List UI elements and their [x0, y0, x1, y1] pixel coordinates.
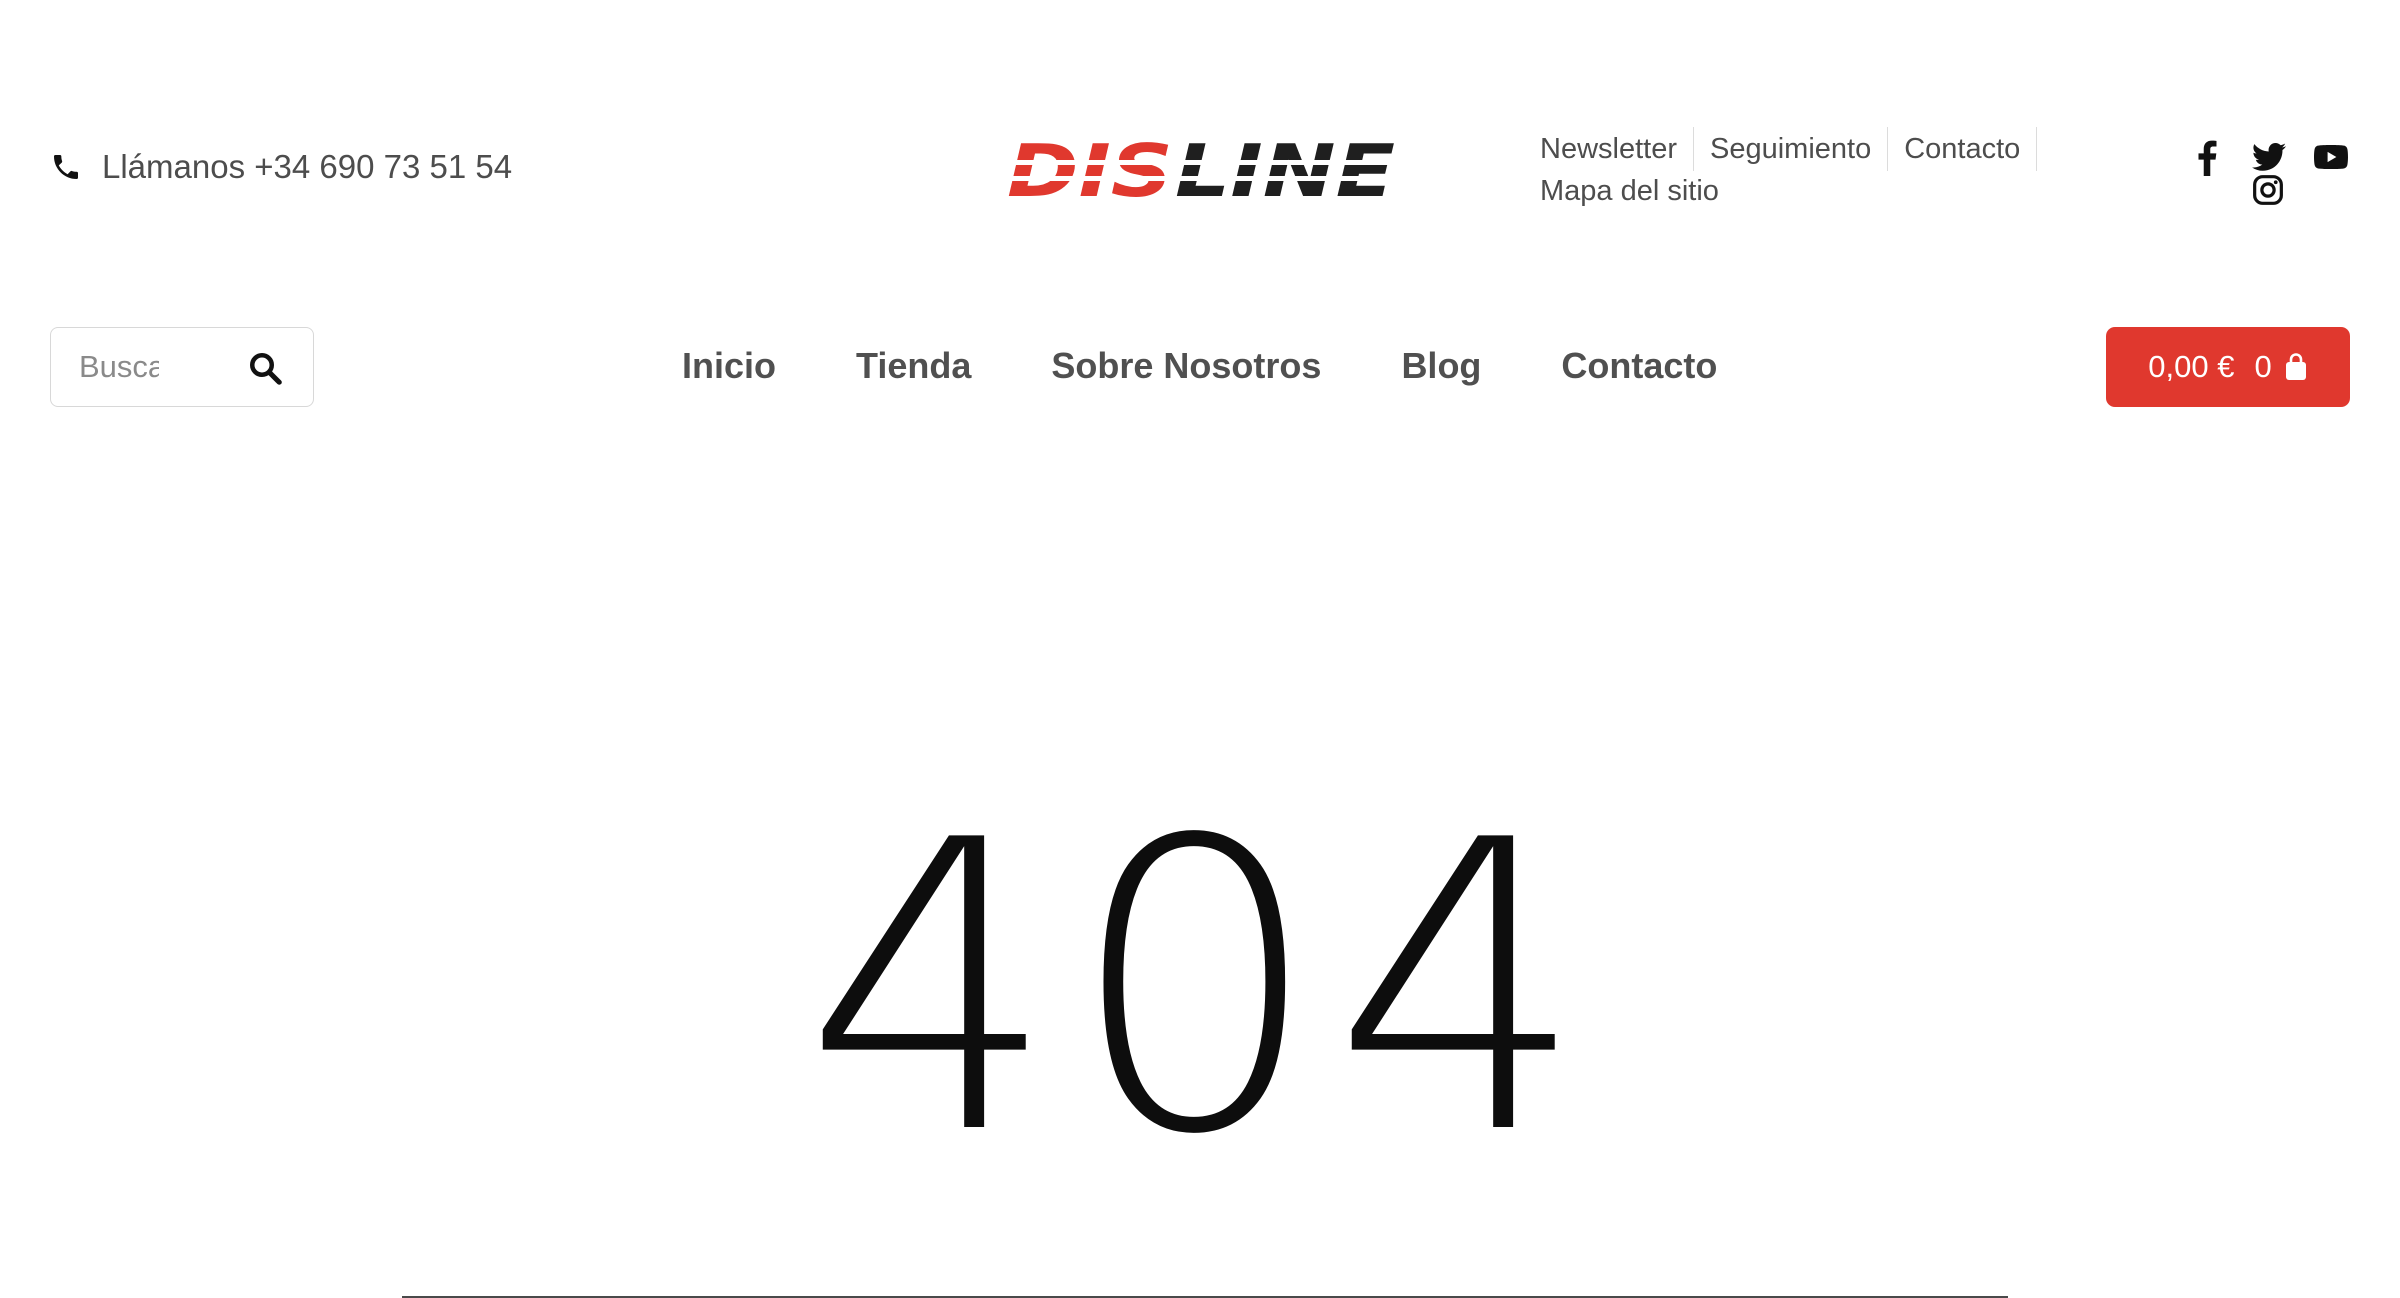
- disline-logo[interactable]: DIS LINE: [1005, 138, 1397, 202]
- cart-total: 0,00 €: [2148, 349, 2235, 384]
- error-code: 404: [803, 757, 1597, 1222]
- shopping-bag-icon: [2285, 353, 2306, 380]
- nav-item-contacto[interactable]: Contacto: [1561, 345, 1717, 387]
- search-box: [50, 327, 314, 407]
- top-link-contacto[interactable]: Contacto: [1904, 133, 2020, 166]
- top-links: Newsletter Seguimiento Contacto Mapa del…: [1540, 127, 2060, 212]
- nav-item-sobre-nosotros[interactable]: Sobre Nosotros: [1051, 345, 1321, 387]
- logo-red-part: DIS: [1007, 138, 1173, 202]
- phone-icon: [54, 155, 78, 179]
- top-link-seguimiento[interactable]: Seguimiento: [1710, 133, 1871, 166]
- phone-contact[interactable]: Llámanos +34 690 73 51 54: [50, 148, 512, 186]
- phone-text: Llámanos +34 690 73 51 54: [102, 148, 513, 185]
- page: Llámanos +34 690 73 51 54 DIS LINE Newsl…: [0, 0, 2400, 1298]
- logo-stripe: [1005, 160, 1397, 165]
- cart-button[interactable]: 0,00 € 0: [2106, 327, 2350, 407]
- youtube-icon[interactable]: [2314, 144, 2348, 170]
- nav-item-blog[interactable]: Blog: [1401, 345, 1481, 387]
- search-icon[interactable]: [247, 350, 283, 386]
- top-link-mapa[interactable]: Mapa del sitio: [1540, 175, 1719, 208]
- search-input[interactable]: [79, 349, 159, 385]
- nav-item-tienda[interactable]: Tienda: [856, 345, 971, 387]
- link-separator: [1693, 127, 1694, 171]
- logo-stripe: [1005, 176, 1397, 181]
- link-separator: [1887, 127, 1889, 171]
- cart-count: 0: [2254, 349, 2272, 384]
- twitter-icon[interactable]: [2252, 142, 2286, 172]
- logo-dark-part: LINE: [1175, 138, 1395, 202]
- main-nav: Inicio Tienda Sobre Nosotros Blog Contac…: [682, 345, 1797, 387]
- nav-item-inicio[interactable]: Inicio: [682, 345, 776, 387]
- instagram-icon[interactable]: [2252, 174, 2284, 206]
- link-separator: [2036, 127, 2038, 171]
- facebook-icon[interactable]: [2196, 140, 2218, 176]
- top-link-newsletter[interactable]: Newsletter: [1540, 133, 1677, 166]
